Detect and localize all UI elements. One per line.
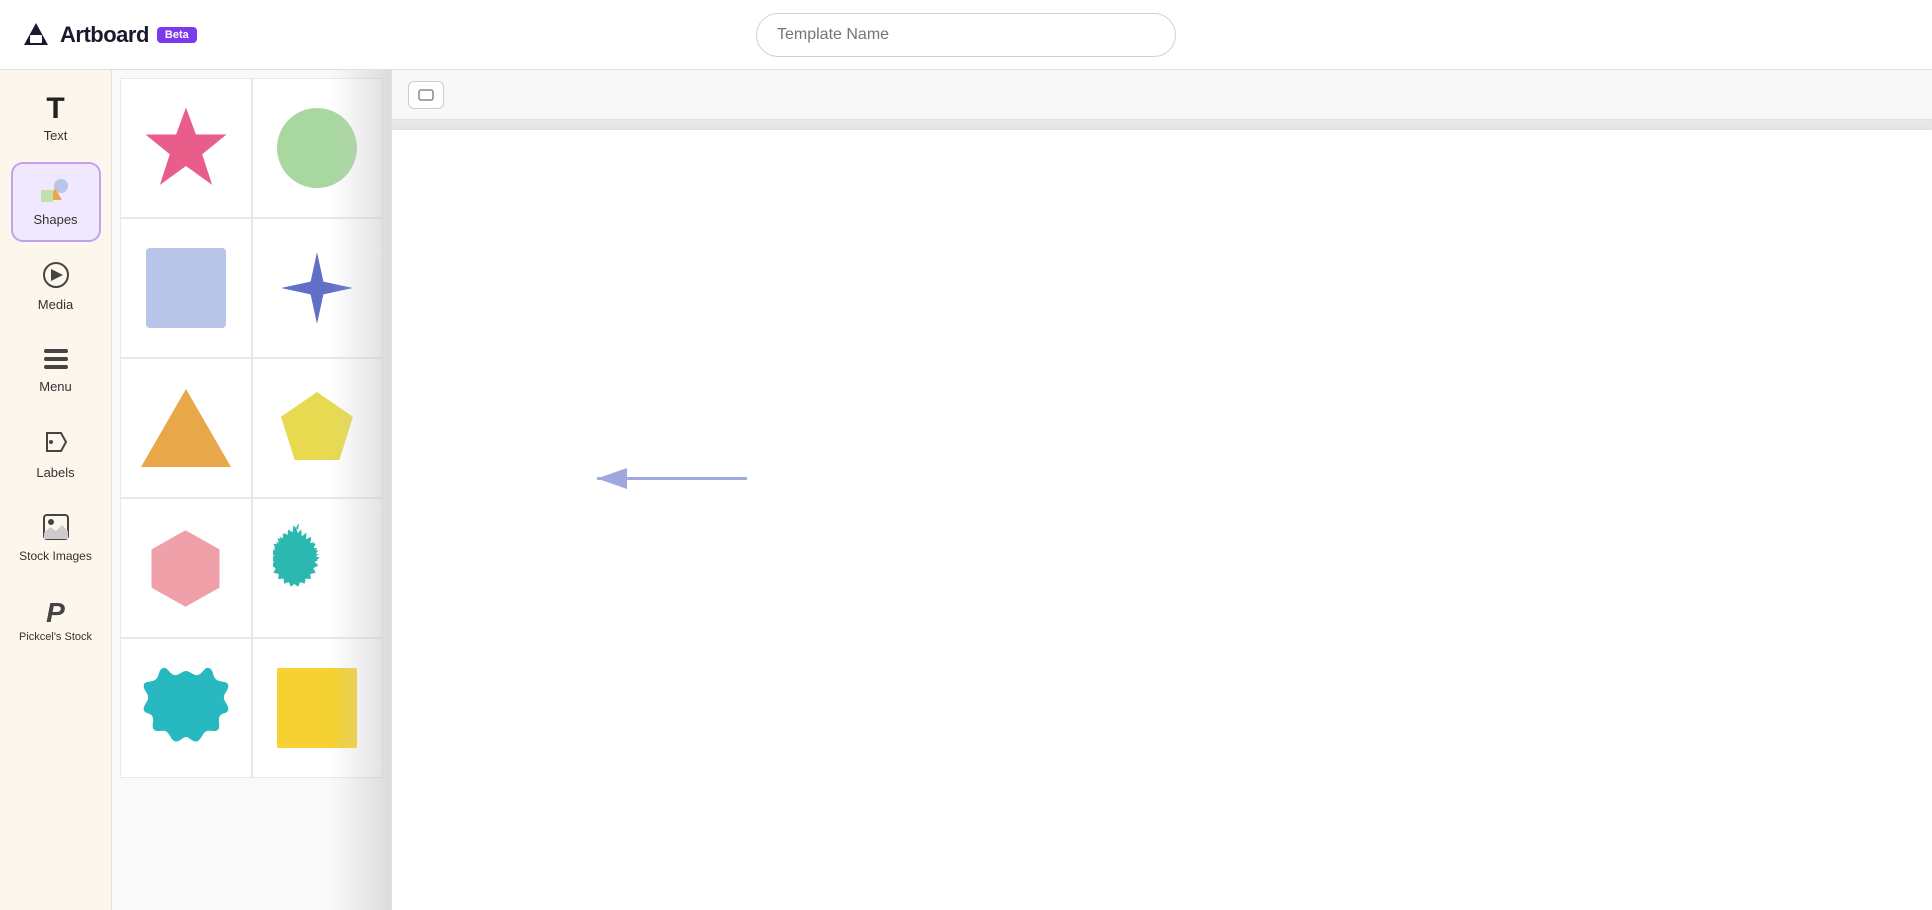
canvas-page[interactable]	[392, 130, 1932, 910]
shape-plus-star[interactable]	[252, 218, 384, 358]
shape-square-blue[interactable]	[120, 218, 252, 358]
template-name-input[interactable]	[756, 13, 1176, 57]
labels-icon	[43, 429, 69, 461]
shape-square-yellow[interactable]	[252, 638, 384, 778]
shape-star-pink[interactable]	[120, 78, 252, 218]
canvas-area	[392, 70, 1932, 910]
shape-triangle-orange[interactable]	[120, 358, 252, 498]
logo-area: Artboard Beta	[20, 19, 197, 51]
shape-pentagon-yellow[interactable]	[252, 358, 384, 498]
tool-text[interactable]: T Text	[11, 78, 101, 158]
tool-text-label: Text	[44, 128, 68, 143]
plus-star-svg	[277, 248, 357, 328]
canvas-arrow	[577, 449, 757, 514]
tool-labels[interactable]: Labels	[11, 414, 101, 494]
main-layout: T Text Shapes Media	[0, 70, 1932, 910]
beta-badge: Beta	[157, 27, 197, 43]
canvas-bg	[392, 120, 1932, 910]
shapes-panel	[112, 70, 392, 910]
tool-stock-images-label: Stock Images	[19, 549, 92, 563]
text-icon: T	[46, 94, 64, 124]
artboard-logo-icon	[20, 19, 52, 51]
pentagon-yellow-svg	[277, 388, 357, 468]
menu-icon	[42, 347, 70, 375]
tool-pickcel-stock[interactable]: P Pickcel's Stock	[11, 582, 101, 662]
shape-hexagon-pink[interactable]	[120, 498, 252, 638]
hexagon-pink-svg	[143, 526, 228, 611]
shapes-icon	[41, 178, 71, 208]
canvas-toolbar	[392, 70, 1932, 120]
tool-menu[interactable]: Menu	[11, 330, 101, 410]
tool-menu-label: Menu	[39, 379, 72, 394]
shape-starburst-teal[interactable]	[252, 498, 384, 638]
shape-circle-green[interactable]	[252, 78, 384, 218]
tool-shapes[interactable]: Shapes	[11, 162, 101, 242]
stock-images-icon	[42, 513, 70, 545]
tool-pickcel-label: Pickcel's Stock	[19, 631, 92, 644]
circle-green-shape	[277, 108, 357, 188]
media-icon	[42, 261, 70, 293]
rosette-teal-svg	[142, 664, 230, 752]
pickcel-icon: P	[46, 599, 65, 627]
triangle-orange-shape	[141, 389, 231, 467]
tool-labels-label: Labels	[36, 465, 74, 480]
tool-stock-images[interactable]: Stock Images	[11, 498, 101, 578]
star-pink-svg	[141, 103, 231, 193]
square-blue-shape	[146, 248, 226, 328]
shape-rosette-teal[interactable]	[120, 638, 252, 778]
logo-text: Artboard	[60, 22, 149, 48]
sidebar-tools: T Text Shapes Media	[0, 70, 112, 910]
tool-media-label: Media	[38, 297, 73, 312]
canvas-tool-btn[interactable]	[408, 81, 444, 109]
square-yellow-shape	[277, 668, 357, 748]
header: Artboard Beta	[0, 0, 1932, 70]
starburst-teal-svg	[273, 524, 361, 612]
tool-shapes-label: Shapes	[33, 212, 77, 227]
tool-media[interactable]: Media	[11, 246, 101, 326]
